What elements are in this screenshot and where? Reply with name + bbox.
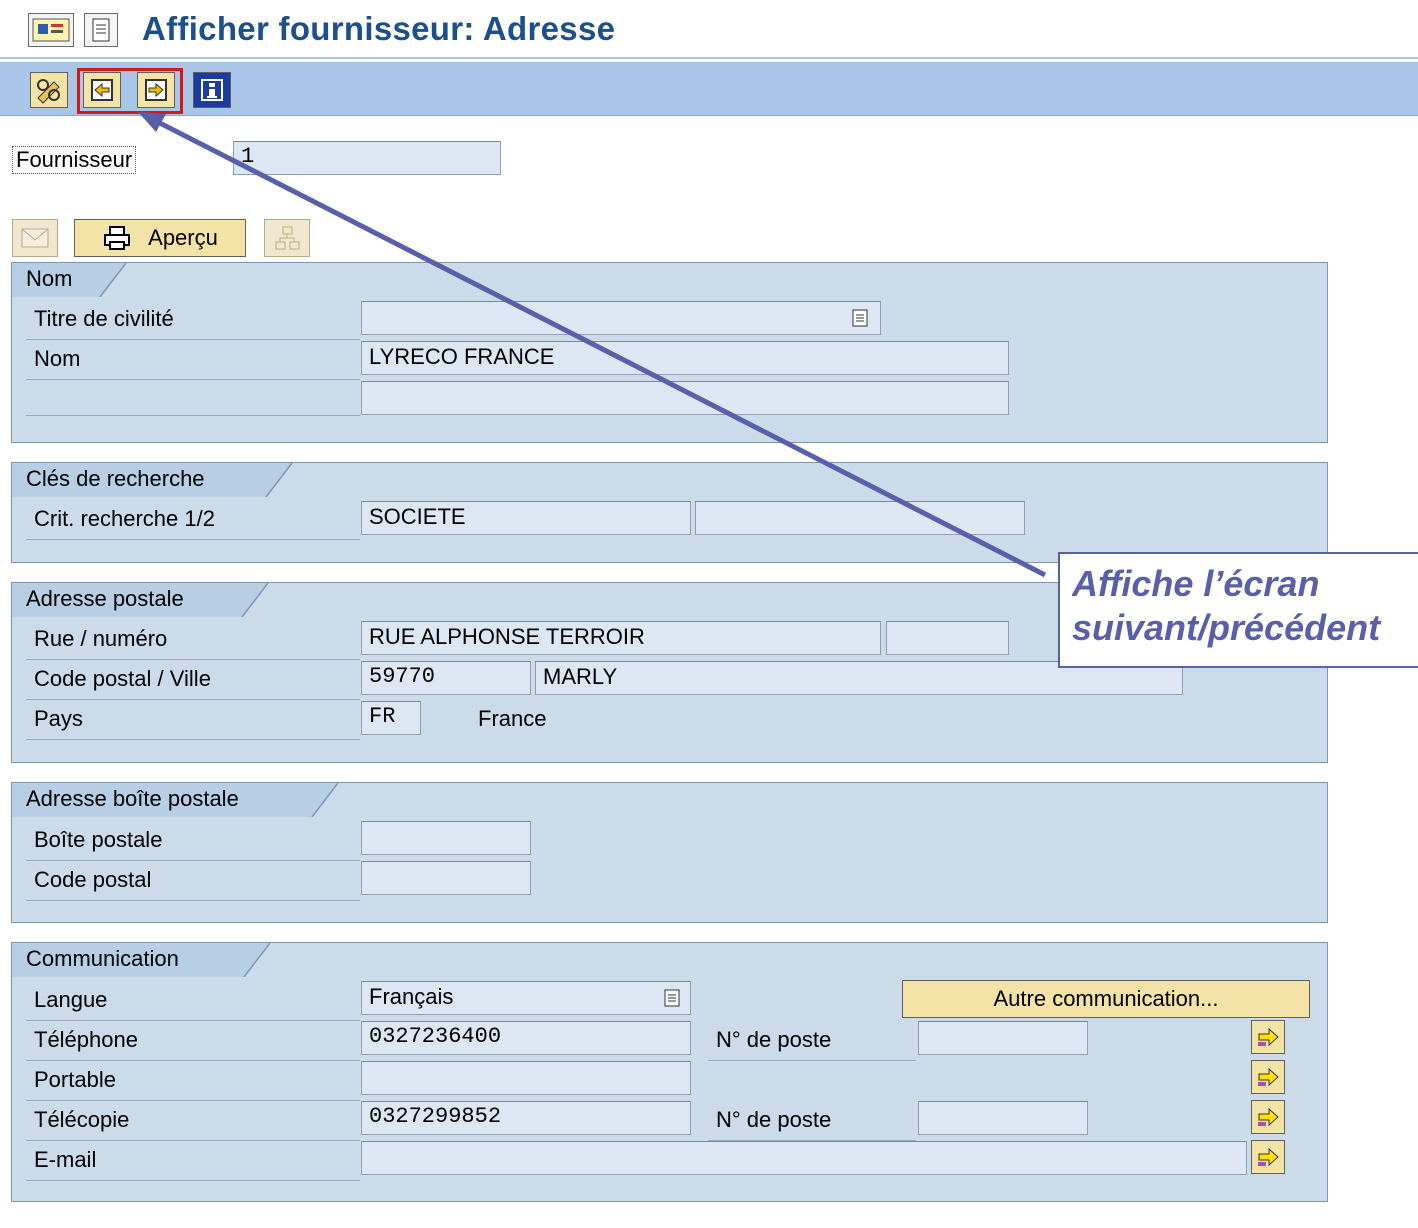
navigation-buttons-highlight [77, 68, 183, 114]
crit-recherche-1-field[interactable]: SOCIETE [361, 501, 691, 535]
langue-select[interactable]: Français [361, 981, 691, 1015]
group-cles-recherche-title: Clés de recherche [12, 463, 266, 497]
group-comm-tab-edge [240, 943, 271, 977]
pays-name: France [478, 706, 547, 731]
titre-civilite-select[interactable] [361, 301, 881, 335]
page-title: Afficher fournisseur: Adresse [142, 10, 616, 47]
titre-civilite-label: Titre de civilité [26, 305, 360, 340]
dropdown-icon[interactable] [851, 308, 869, 328]
pays-label: Pays [26, 705, 360, 740]
autre-communication-button[interactable]: Autre communication... [902, 980, 1310, 1018]
boite-postale-field[interactable] [361, 821, 531, 855]
group-postale-tab-edge [238, 583, 269, 617]
fournisseur-field[interactable]: 1 [233, 141, 501, 175]
bp-code-postal-label: Code postal [26, 866, 360, 901]
group-communication-title: Communication [12, 943, 244, 977]
portable-field[interactable] [361, 1061, 691, 1095]
nom-label: Nom [26, 345, 360, 380]
langue-label: Langue [26, 986, 360, 1021]
portable-more-button[interactable] [1251, 1060, 1285, 1094]
portable-label: Portable [26, 1066, 360, 1101]
rue-field[interactable]: RUE ALPHONSE TERROIR [361, 621, 881, 655]
group-bp-tab-edge [308, 783, 339, 817]
document-icon[interactable] [84, 13, 118, 47]
email-label: E-mail [26, 1146, 360, 1181]
callout-line-1: Affiche l’écran [1072, 563, 1320, 604]
printer-icon [104, 226, 131, 250]
nom-field[interactable]: LYRECO FRANCE [361, 341, 1009, 375]
send-button[interactable] [12, 219, 58, 257]
arrow-right-icon [1258, 1147, 1279, 1167]
arrow-right-icon [1258, 1107, 1279, 1127]
crit-recherche-2-field[interactable] [695, 501, 1025, 535]
pays-field[interactable]: FR [361, 701, 421, 735]
group-boite-postale-title: Adresse boîte postale [12, 783, 312, 817]
telephone-label: Téléphone [26, 1026, 360, 1061]
boite-postale-label: Boîte postale [26, 826, 360, 861]
telecopie-more-button[interactable] [1251, 1100, 1285, 1134]
telecopie-field[interactable]: 0327299852 [361, 1101, 691, 1135]
crit-recherche-label: Crit. recherche 1/2 [26, 505, 360, 540]
code-postal-ville-label: Code postal / Ville [26, 665, 360, 700]
numero-field[interactable] [886, 621, 1009, 655]
langue-dropdown-icon[interactable] [663, 988, 681, 1008]
tel-poste-field[interactable] [918, 1021, 1088, 1055]
fax-poste-field[interactable] [918, 1101, 1088, 1135]
group-nom-tab-edge [96, 263, 127, 297]
group-nom-title: Nom [12, 263, 100, 297]
telecopie-label: Télécopie [26, 1106, 360, 1141]
group-adresse-postale-title: Adresse postale [12, 583, 242, 617]
nom2-label-row [26, 382, 360, 416]
info-button[interactable] [193, 72, 231, 108]
bp-code-postal-field[interactable] [361, 861, 531, 895]
pencil-glasses-icon [37, 79, 60, 104]
rue-numero-label: Rue / numéro [26, 625, 360, 660]
title-divider [0, 57, 1418, 59]
telephone-more-button[interactable] [1251, 1020, 1285, 1054]
arrow-right-icon [1258, 1027, 1279, 1047]
email-field[interactable] [361, 1141, 1247, 1175]
email-more-button[interactable] [1251, 1140, 1285, 1174]
apercu-button[interactable]: Aperçu [74, 219, 246, 257]
org-chart-icon [275, 226, 300, 250]
fax-poste-label: N° de poste [708, 1106, 916, 1141]
nom2-field[interactable] [361, 381, 1009, 415]
display-change-icon[interactable] [28, 13, 74, 47]
telephone-field[interactable]: 0327236400 [361, 1021, 691, 1055]
group-cles-tab-edge [262, 463, 293, 497]
structure-button[interactable] [264, 219, 310, 257]
toggle-display-change-button[interactable] [30, 72, 68, 108]
annotation-callout-text: Affiche l’écran suivant/précédent [1072, 562, 1418, 650]
info-icon [201, 79, 223, 101]
apercu-label: Aperçu [148, 225, 218, 250]
fournisseur-label: Fournisseur [12, 146, 137, 174]
arrow-right-icon [1258, 1067, 1279, 1087]
envelope-icon [21, 228, 49, 248]
code-postal-field[interactable]: 59770 [361, 661, 531, 695]
tel-poste-label: N° de poste [708, 1026, 916, 1061]
callout-line-2: suivant/précédent [1072, 607, 1381, 648]
